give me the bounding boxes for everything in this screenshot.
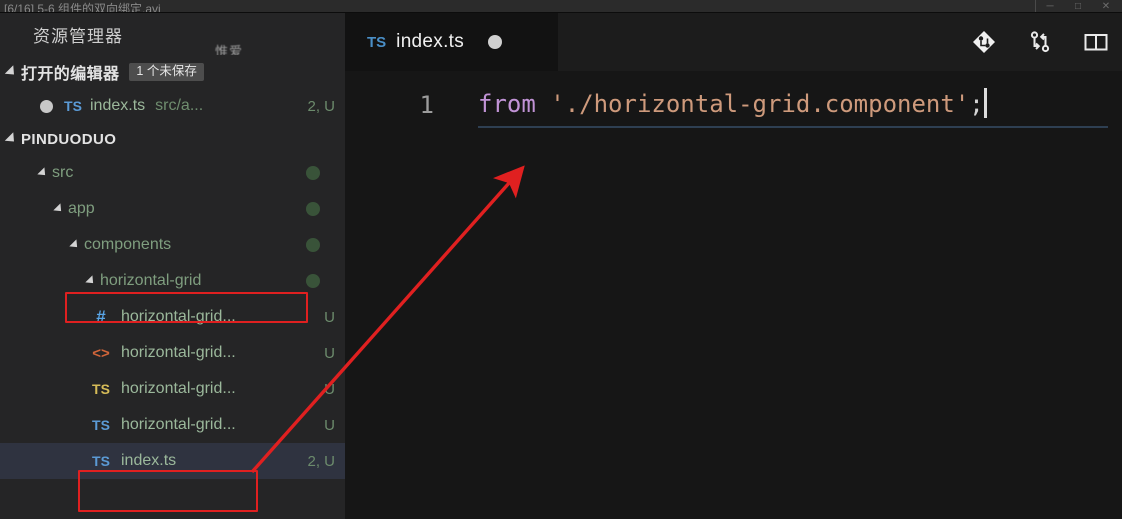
tree-file-name: horizontal-grid...: [121, 308, 236, 325]
file-git-status: U: [324, 344, 335, 362]
explorer-header: 资源管理器 惟爱: [0, 13, 345, 59]
explorer-sidebar: 资源管理器 惟爱 打开的编辑器 1 个未保存 TS index.ts src/a…: [0, 13, 345, 519]
section-open-editors[interactable]: 打开的编辑器 1 个未保存: [0, 55, 345, 89]
chevron-expanded-icon: [53, 203, 65, 215]
git-status-dot-icon: [306, 202, 320, 216]
tree-file-name: horizontal-grid...: [121, 344, 236, 361]
typescript-file-icon: TS: [367, 33, 387, 51]
tree-folder-name: app: [68, 200, 95, 217]
typescript-file-icon: TS: [92, 453, 110, 469]
line-number: 1: [419, 91, 434, 119]
tree-row-scss-file[interactable]: # horizontal-grid... U: [0, 299, 345, 335]
tree-row-components[interactable]: components: [0, 227, 345, 263]
tree-folder-name: src: [52, 164, 74, 181]
code-editor[interactable]: 1 from './horizontal-grid.component';: [345, 71, 1122, 519]
file-git-status: U: [324, 380, 335, 398]
file-git-status: U: [324, 416, 335, 434]
typescript-spec-file-icon: TS: [92, 381, 110, 397]
git-status-dot-icon: [306, 274, 320, 288]
chevron-expanded-icon: [37, 167, 49, 179]
chevron-expanded-icon: [85, 275, 97, 287]
source-control-icon[interactable]: [970, 28, 998, 56]
tree-row-index-ts[interactable]: TS index.ts 2, U: [0, 443, 345, 479]
editor-tab-label: index.ts: [396, 31, 465, 52]
tree-folder-name: horizontal-grid: [100, 272, 202, 289]
html-file-icon: <>: [92, 344, 110, 362]
open-editor-status: 2, U: [307, 97, 335, 115]
file-git-status: U: [324, 308, 335, 326]
window-title: [6/16] 5-6 组件的双向绑定.avi: [4, 2, 161, 13]
code-punctuation: ;: [969, 90, 984, 118]
project-root-label: PINDUODUO: [21, 130, 117, 148]
chevron-expanded-icon: [4, 132, 19, 146]
explorer-title: 资源管理器: [33, 26, 123, 46]
typescript-file-icon: TS: [64, 98, 82, 114]
tree-row-html-file[interactable]: <> horizontal-grid... U: [0, 335, 345, 371]
close-icon[interactable]: ✕: [1092, 0, 1120, 12]
typescript-file-icon: TS: [92, 417, 110, 433]
minimize-icon[interactable]: ─: [1036, 0, 1064, 12]
maximize-icon[interactable]: □: [1064, 0, 1092, 12]
editor-area: TS index.ts 1 from './horizontal-grid.co…: [345, 13, 1122, 519]
editor-actions: [970, 13, 1122, 71]
open-editor-filename: index.ts: [90, 97, 146, 114]
chevron-expanded-icon: [69, 239, 81, 251]
tree-file-name: horizontal-grid...: [121, 416, 236, 433]
file-git-status: 2, U: [307, 452, 335, 470]
window-controls: ─ □ ✕: [1035, 0, 1122, 12]
code-occurrence-underline: [478, 126, 1108, 128]
tree-row-horizontal-grid[interactable]: horizontal-grid: [0, 263, 345, 299]
unsaved-dot-icon[interactable]: [40, 99, 53, 113]
vscode-window: [6/16] 5-6 组件的双向绑定.avi ─ □ ✕ 资源管理器 惟爱 打开…: [0, 0, 1122, 519]
scss-file-icon: #: [96, 307, 106, 326]
tree-file-name: horizontal-grid...: [121, 380, 236, 397]
open-editors-label: 打开的编辑器: [21, 66, 120, 83]
git-status-dot-icon: [306, 166, 320, 180]
editor-tab-bar: TS index.ts: [345, 13, 1122, 71]
tree-row-app[interactable]: app: [0, 191, 345, 227]
chevron-expanded-icon: [4, 65, 19, 79]
tree-folder-name: components: [84, 236, 172, 253]
open-editor-item-index-ts[interactable]: TS index.ts src/a... 2, U: [0, 89, 345, 123]
title-bar: [6/16] 5-6 组件的双向绑定.avi ─ □ ✕: [0, 0, 1122, 13]
compare-changes-icon[interactable]: [1026, 28, 1054, 56]
code-keyword: from: [478, 90, 536, 118]
git-status-dot-icon: [306, 238, 320, 252]
section-project-root[interactable]: PINDUODUO: [0, 123, 345, 155]
unsaved-dot-icon[interactable]: [488, 35, 503, 49]
unsaved-count-badge: 1 个未保存: [129, 63, 204, 81]
text-cursor: [983, 88, 987, 118]
tree-row-spec-file[interactable]: TS horizontal-grid... U: [0, 371, 345, 407]
tree-row-src[interactable]: src: [0, 155, 345, 191]
code-string: './horizontal-grid.component': [535, 90, 970, 118]
open-editor-path: src/a...: [155, 97, 204, 114]
editor-tab-index-ts[interactable]: TS index.ts: [345, 13, 558, 71]
code-line-1: 1 from './horizontal-grid.component';: [345, 85, 1122, 125]
split-editor-icon[interactable]: [1082, 28, 1110, 56]
tree-file-name: index.ts: [121, 452, 177, 469]
code-text[interactable]: from './horizontal-grid.component';: [440, 88, 987, 120]
tree-row-component-file[interactable]: TS horizontal-grid... U: [0, 407, 345, 443]
